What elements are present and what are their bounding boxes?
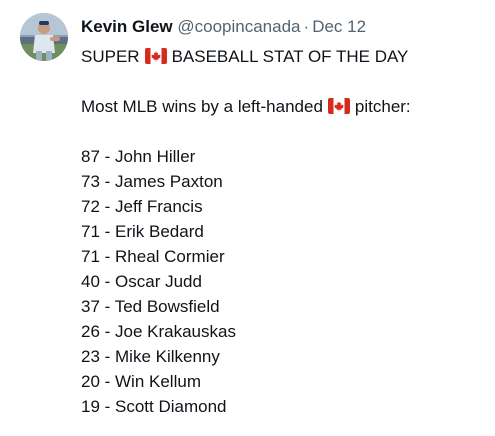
paragraph-break [81,119,411,144]
header-separator: · [303,17,310,36]
intro-text-end: pitcher: [354,97,411,116]
canada-flag-icon [144,48,167,64]
list-item: 40 - Oscar Judd [81,272,202,291]
list-item: 73 - James Paxton [81,172,223,191]
avatar[interactable] [20,13,68,61]
paragraph-break [81,69,411,94]
headline-text-start: SUPER [81,47,140,66]
list-item: 87 - John Hiller [81,147,196,166]
author-display-name[interactable]: Kevin Glew [81,17,173,36]
list-item: 19 - Scott Diamond [81,397,227,416]
tweet-intro: Most MLB wins by a left-handed pitcher: [81,94,411,119]
tweet-header: Kevin Glew @coopincanada · Dec 12 [81,16,366,38]
author-handle[interactable]: @coopincanada [177,17,300,36]
headline-text-end: BASEBALL STAT OF THE DAY [171,47,409,66]
tweet-headline: SUPER BASEBALL STAT OF THE DAY [81,44,411,69]
list-item: 37 - Ted Bowsfield [81,297,220,316]
list-item: 71 - Erik Bedard [81,222,204,241]
tweet-text: SUPER BASEBALL STAT OF THE DAY Most MLB w… [81,44,411,419]
list-item: 71 - Rheal Cormier [81,247,225,266]
tweet-card[interactable]: Kevin Glew @coopincanada · Dec 12 SUPER BAS… [0,0,495,436]
list-item: 72 - Jeff Francis [81,197,203,216]
list-item: 20 - Win Kellum [81,372,201,391]
tweet-date[interactable]: Dec 12 [312,17,366,36]
intro-text-start: Most MLB wins by a left-handed [81,97,323,116]
profile-photo-icon [20,13,68,61]
list-item: 23 - Mike Kilkenny [81,347,220,366]
canada-flag-icon [327,98,350,114]
list-item: 26 - Joe Krakauskas [81,322,236,341]
